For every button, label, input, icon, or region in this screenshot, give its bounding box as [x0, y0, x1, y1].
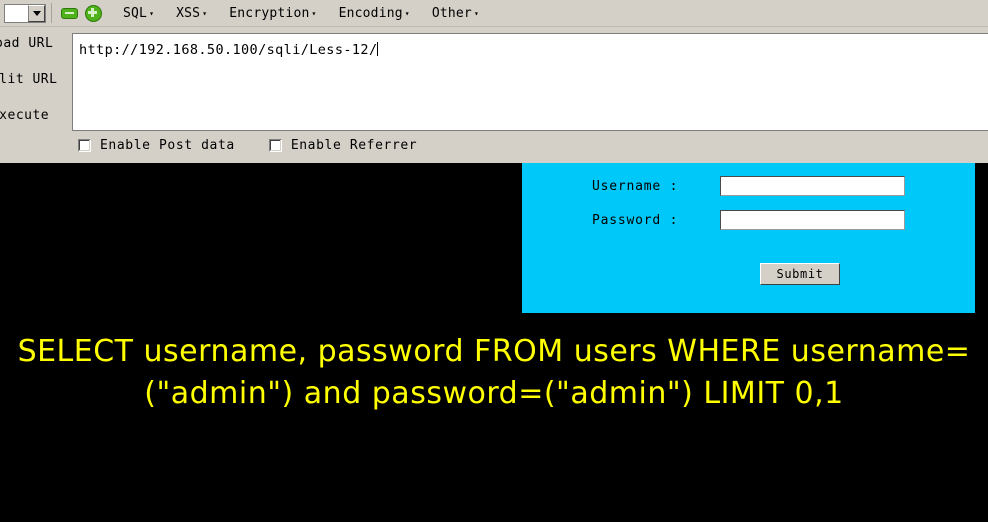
- menu-encryption-label: Encryption: [229, 5, 310, 21]
- submit-wrap: Submit: [760, 263, 840, 285]
- minus-icon: [60, 7, 78, 19]
- enable-referrer-checkbox[interactable]: [268, 139, 282, 152]
- hackbar-action-buttons: Load URL Split URL Execute: [0, 28, 68, 134]
- add-button[interactable]: [83, 3, 103, 23]
- toolbar-separator: [51, 3, 52, 23]
- menu-encoding-label: Encoding: [338, 5, 403, 21]
- username-input[interactable]: [720, 176, 905, 196]
- login-panel: Username : Password : Submit: [522, 163, 975, 313]
- menu-xss-label: XSS: [176, 5, 201, 21]
- url-input[interactable]: http://192.168.50.100/sqli/Less-12/: [72, 33, 988, 131]
- menu-encoding[interactable]: Encoding ▾: [333, 4, 416, 23]
- text-caret: [377, 42, 379, 56]
- username-row: Username :: [592, 176, 905, 196]
- hackbar-toolbar: SQL▾ XSS▾ Encryption▾ Encoding▾ Other▾ L…: [0, 0, 988, 163]
- menu-sql-label: SQL: [123, 5, 148, 21]
- enable-referrer-label: Enable Referrer: [290, 138, 418, 153]
- password-input[interactable]: [720, 210, 905, 230]
- password-label: Password :: [592, 212, 679, 228]
- dropdown-button[interactable]: [28, 4, 45, 22]
- enable-referrer-group[interactable]: Enable Referrer: [268, 138, 418, 153]
- menu-other-label: Other: [431, 5, 472, 21]
- execute-button[interactable]: Execute: [0, 104, 66, 128]
- menu-sql[interactable]: SQL ▾: [117, 4, 160, 23]
- split-url-button[interactable]: Split URL: [0, 68, 66, 92]
- browser-page: SQL▾ XSS▾ Encryption▾ Encoding▾ Other▾ L…: [0, 0, 988, 522]
- chevron-down-icon: [32, 10, 41, 16]
- chevron-down-icon: ▾: [404, 8, 410, 18]
- chevron-down-icon: ▾: [202, 8, 208, 18]
- url-input-value: http://192.168.50.100/sqli/Less-12/: [79, 42, 378, 58]
- sql-query-output: SELECT username, password FROM users WHE…: [17, 334, 971, 411]
- chevron-down-icon: ▾: [473, 8, 479, 18]
- hackbar-options-row: Enable Post data Enable Referrer: [78, 138, 451, 153]
- page-content: Username : Password : Submit SELECT user…: [0, 163, 988, 522]
- chevron-down-icon: ▾: [149, 8, 155, 18]
- plus-icon: [84, 4, 102, 22]
- enable-post-data-group[interactable]: Enable Post data: [78, 138, 235, 153]
- enable-post-data-checkbox[interactable]: [78, 139, 91, 152]
- chevron-down-icon: ▾: [311, 8, 317, 18]
- remove-button[interactable]: [59, 3, 79, 23]
- menu-xss[interactable]: XSS ▾: [170, 4, 213, 23]
- submit-button[interactable]: Submit: [760, 263, 840, 285]
- menu-encryption[interactable]: Encryption ▾: [223, 4, 322, 23]
- password-row: Password :: [592, 210, 905, 230]
- hackbar-menu-row: SQL ▾ XSS ▾ Encryption ▾ Encoding ▾ Other ▾: [0, 0, 988, 27]
- menu-other[interactable]: Other ▾: [426, 4, 485, 23]
- username-label: Username :: [592, 178, 679, 194]
- load-url-button[interactable]: Load URL: [0, 32, 66, 56]
- url-history-dropdown[interactable]: [4, 3, 46, 23]
- enable-post-data-label: Enable Post data: [100, 138, 235, 153]
